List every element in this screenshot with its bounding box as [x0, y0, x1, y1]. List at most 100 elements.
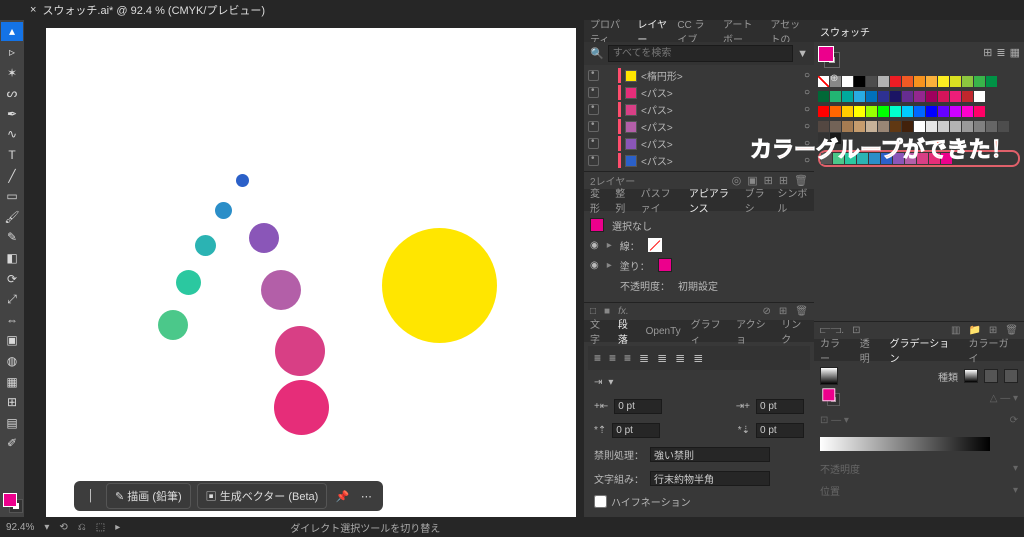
swatch[interactable] [902, 106, 913, 117]
visibility-toggle[interactable] [588, 121, 599, 132]
color-group-swatch[interactable] [869, 153, 880, 164]
visibility-icon[interactable]: ◉ [590, 240, 599, 251]
swatch[interactable] [938, 121, 949, 132]
color-group-swatch[interactable] [893, 153, 904, 164]
swatch[interactable] [842, 76, 853, 87]
layer-name[interactable]: <パス> [641, 136, 673, 151]
more-icon[interactable]: ⋯ [357, 490, 375, 503]
swatch[interactable] [974, 76, 985, 87]
swatch[interactable] [950, 76, 961, 87]
eyedropper-tool[interactable]: ✐ [1, 434, 23, 453]
shaper-tool[interactable]: ✎ [1, 228, 23, 247]
gradient-thumb[interactable] [820, 367, 838, 385]
direct-selection-tool[interactable]: ▹ [1, 43, 23, 62]
appearance-fill-swatch[interactable] [590, 218, 604, 232]
swatch[interactable] [914, 106, 925, 117]
layer-row[interactable]: <パス> ○ [584, 118, 814, 135]
justify-right-icon[interactable]: ≣ [675, 351, 685, 365]
swatch[interactable] [914, 121, 925, 132]
swatch[interactable] [854, 106, 865, 117]
color-group-swatch[interactable] [845, 153, 856, 164]
swatch[interactable] [878, 76, 889, 87]
art-circle[interactable] [158, 310, 188, 340]
swatch[interactable] [842, 121, 853, 132]
swatch[interactable] [986, 76, 997, 87]
visibility-toggle[interactable] [588, 155, 599, 166]
layer-name[interactable]: <パス> [641, 119, 673, 134]
gradient-slider[interactable] [820, 437, 990, 451]
layer-row[interactable]: <楕円形> ○ [584, 67, 814, 84]
art-circle[interactable] [261, 270, 301, 310]
type-tool[interactable]: T [1, 146, 23, 165]
color-group[interactable] [818, 150, 1020, 167]
swatch[interactable] [878, 91, 889, 102]
zoom-dropdown-icon[interactable]: ▾ [44, 522, 49, 533]
kinsoku-select[interactable] [650, 447, 770, 462]
visibility-toggle[interactable] [588, 104, 599, 115]
visibility-toggle[interactable] [588, 138, 599, 149]
swatch[interactable] [830, 91, 841, 102]
fill-color-swatch[interactable] [658, 258, 672, 272]
justify-all-icon[interactable]: ≣ [693, 351, 703, 365]
swatch[interactable] [974, 106, 985, 117]
swatch[interactable] [890, 91, 901, 102]
swatch[interactable] [890, 121, 901, 132]
opacity-value[interactable]: 初期設定 [678, 278, 718, 293]
swatch[interactable] [818, 91, 829, 102]
doc-tab-title[interactable]: スウォッチ.ai* @ 92.4 % (CMYK/プレビュー) [42, 2, 265, 18]
swatch-list-icon[interactable]: ≣ [996, 46, 1005, 59]
color-group-folder-icon[interactable] [821, 153, 832, 164]
color-group-swatch[interactable] [833, 153, 844, 164]
swatch[interactable] [914, 76, 925, 87]
mesh-tool[interactable]: ⊞ [1, 393, 23, 412]
color-group-swatch[interactable] [905, 153, 916, 164]
swatch-libraries-menu-icon[interactable]: ⊞ [983, 46, 992, 59]
swatch[interactable] [986, 121, 997, 132]
scale-tool[interactable]: ⤢ [1, 290, 23, 309]
swatch[interactable] [854, 91, 865, 102]
swatch[interactable] [926, 76, 937, 87]
swatch[interactable] [830, 133, 841, 144]
visibility-toggle[interactable] [588, 87, 599, 98]
color-group-swatch[interactable] [857, 153, 868, 164]
swatch[interactable] [938, 91, 949, 102]
swatch[interactable] [842, 106, 853, 117]
linear-gradient-icon[interactable] [964, 369, 978, 383]
swatch[interactable] [926, 106, 937, 117]
swatch[interactable] [866, 121, 877, 132]
space-before-input[interactable] [612, 423, 660, 438]
lasso-tool[interactable]: ᔕ [1, 84, 23, 103]
swatch[interactable] [890, 106, 901, 117]
swatch[interactable] [902, 76, 913, 87]
swatch[interactable] [818, 106, 829, 117]
swatch[interactable] [878, 106, 889, 117]
swatch[interactable] [926, 121, 937, 132]
color-group-swatch[interactable] [941, 153, 952, 164]
swatch[interactable] [914, 91, 925, 102]
swatch[interactable] [902, 121, 913, 132]
justify-left-icon[interactable]: ≣ [639, 351, 649, 365]
disclosure-icon[interactable]: ▸ [607, 240, 612, 251]
art-circle[interactable] [275, 326, 325, 376]
swatch[interactable] [962, 106, 973, 117]
indent-right-input[interactable] [756, 399, 804, 414]
generate-vector-button[interactable]: ▣ 生成ベクター (Beta) [197, 483, 328, 509]
hyphenation-checkbox[interactable] [594, 495, 607, 508]
art-circle[interactable] [382, 228, 497, 343]
curvature-tool[interactable]: ∿ [1, 125, 23, 144]
filter-icon[interactable]: ▼ [797, 48, 808, 60]
swatch[interactable] [938, 106, 949, 117]
swatch[interactable] [854, 76, 865, 87]
art-circle[interactable] [249, 223, 279, 253]
width-tool[interactable]: ⇔ [1, 311, 23, 330]
visibility-icon[interactable]: ◉ [590, 260, 599, 271]
tab-swatches[interactable]: スウォッチ [820, 24, 870, 39]
layer-row[interactable]: <パス> ○ [584, 152, 814, 169]
art-circle[interactable] [236, 174, 249, 187]
swatch[interactable] [878, 121, 889, 132]
fill-stroke-indicator[interactable] [1, 491, 23, 517]
color-group-swatch[interactable] [881, 153, 892, 164]
swatch[interactable] [842, 91, 853, 102]
draw-pencil-button[interactable]: ✎ 描画 (鉛筆) [106, 483, 191, 509]
color-group-swatch[interactable] [929, 153, 940, 164]
